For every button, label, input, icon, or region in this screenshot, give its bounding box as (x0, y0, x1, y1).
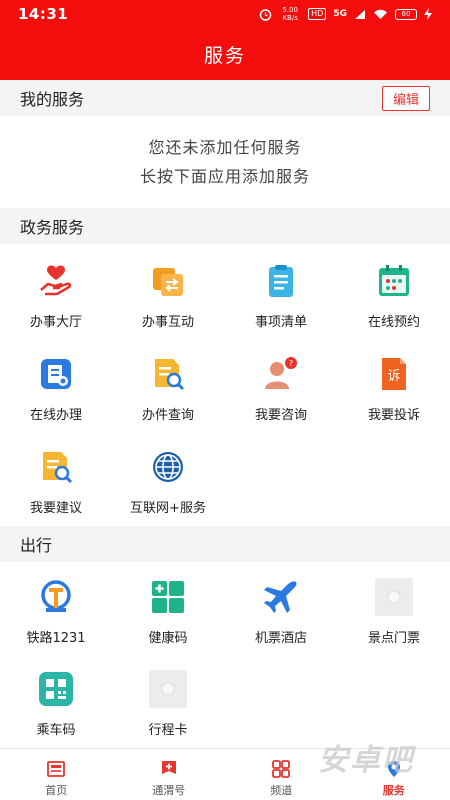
service-internet-plus[interactable]: 互联网+服务 (112, 436, 224, 526)
service-label: 机票酒店 (254, 631, 307, 646)
service-label: 行程卡 (148, 723, 188, 738)
empty-hint-line2: 长按下面应用添加服务 (139, 167, 310, 186)
nav-label: 服务 (382, 784, 405, 797)
service-complaint[interactable]: 诉 我要投诉 (338, 343, 450, 433)
service-label: 在线办理 (29, 408, 82, 423)
status-icons: 5.00 KB/s HD 5G 60 (259, 6, 432, 22)
globe-icon (153, 452, 183, 482)
charging-icon (424, 8, 432, 20)
complaint-icon: 诉 (382, 358, 406, 390)
calendar-icon (379, 265, 409, 296)
battery-icon: 60 (395, 8, 417, 20)
network-type: 5G (333, 9, 347, 19)
flag-plus-icon (161, 761, 176, 774)
home-news-icon (47, 761, 66, 777)
my-services-title: 我的服务 (20, 90, 85, 109)
empty-hint-line1: 您还未添加任何服务 (148, 138, 302, 157)
service-label: 事项清单 (254, 315, 307, 330)
image-placeholder-icon (375, 578, 413, 616)
suggestion-icon (43, 452, 73, 484)
travel-ride-code[interactable]: 乘车码 (0, 658, 112, 748)
nav-label: 通渭号 (152, 784, 186, 797)
gov-services-header: 政务服务 (0, 208, 450, 244)
travel-flight-hotel[interactable]: 机票酒店 (225, 566, 337, 656)
wifi-icon (374, 9, 387, 19)
watermark: 安卓吧 (318, 743, 414, 778)
my-services-header: 我的服务 编辑 (0, 80, 450, 116)
my-services-empty: 您还未添加任何服务 长按下面应用添加服务 (0, 116, 450, 208)
service-label: 办事互动 (141, 315, 194, 330)
gov-services-title: 政务服务 (20, 218, 85, 237)
nav-item-home[interactable]: 首页 (0, 749, 113, 800)
service-label: 健康码 (148, 631, 188, 646)
app-bar: 服务 (0, 28, 450, 80)
service-label: 乘车码 (36, 723, 76, 738)
railway-icon (41, 580, 71, 612)
service-checklist[interactable]: 事项清单 (225, 250, 337, 340)
ride-qr-icon (39, 672, 73, 706)
heart-hand-icon (40, 265, 72, 296)
signal-icon (355, 9, 365, 19)
service-label: 我要建议 (29, 501, 82, 516)
service-suggestion[interactable]: 我要建议 (0, 436, 112, 526)
image-placeholder-icon (149, 670, 187, 708)
interaction-icon (153, 268, 183, 296)
online-process-icon (41, 359, 71, 389)
service-label: 办件查询 (141, 408, 194, 423)
service-label: 我要咨询 (254, 408, 307, 423)
status-time: 14:31 (18, 5, 69, 23)
service-office-hall[interactable]: 办事大厅 (0, 250, 112, 340)
travel-title: 出行 (20, 536, 53, 555)
gov-services-grid: 办事大厅 办事互动 事项清单 在线预约 在线办理 办件查询 ? 我要咨询 诉 我… (0, 250, 450, 522)
svg-text:?: ? (289, 359, 293, 368)
travel-grid: 铁路1231 健康码 机票酒店 景点门票 乘车码 行程卡 (0, 566, 450, 748)
document-search-icon (155, 359, 185, 391)
nav-label: 首页 (45, 784, 68, 797)
service-label: 办事大厅 (29, 315, 82, 330)
service-label: 铁路1231 (26, 631, 86, 646)
service-label: 我要投诉 (367, 408, 420, 423)
svg-text:诉: 诉 (387, 369, 400, 384)
service-online-process[interactable]: 在线办理 (0, 343, 112, 433)
travel-railway[interactable]: 铁路1231 (0, 566, 112, 656)
nav-label: 频道 (270, 784, 293, 797)
service-online-booking[interactable]: 在线预约 (338, 250, 450, 340)
nav-item-tongwei[interactable]: 通渭号 (113, 749, 226, 800)
service-label: 互联网+服务 (130, 501, 206, 516)
travel-health-code[interactable]: 健康码 (112, 566, 224, 656)
health-code-icon (152, 581, 184, 613)
page-title: 服务 (203, 44, 246, 67)
grid-icon (272, 760, 291, 778)
service-document-search[interactable]: 办件查询 (112, 343, 224, 433)
alarm-icon (259, 8, 272, 21)
airplane-icon (264, 581, 297, 613)
service-label: 景点门票 (367, 631, 420, 646)
travel-header: 出行 (0, 526, 450, 562)
travel-scenic-tickets[interactable]: 景点门票 (338, 566, 450, 656)
checklist-icon (269, 265, 293, 297)
hd-badge: HD (308, 8, 327, 20)
status-bar: 14:31 5.00 KB/s HD 5G 60 (0, 0, 450, 28)
consult-icon: ? (265, 357, 297, 389)
service-label: 在线预约 (367, 315, 420, 330)
network-speed: 5.00 KB/s (282, 6, 298, 22)
service-consult[interactable]: ? 我要咨询 (225, 343, 337, 433)
travel-itinerary-card[interactable]: 行程卡 (112, 658, 224, 748)
edit-button[interactable]: 编辑 (381, 85, 430, 111)
service-interaction[interactable]: 办事互动 (112, 250, 224, 340)
